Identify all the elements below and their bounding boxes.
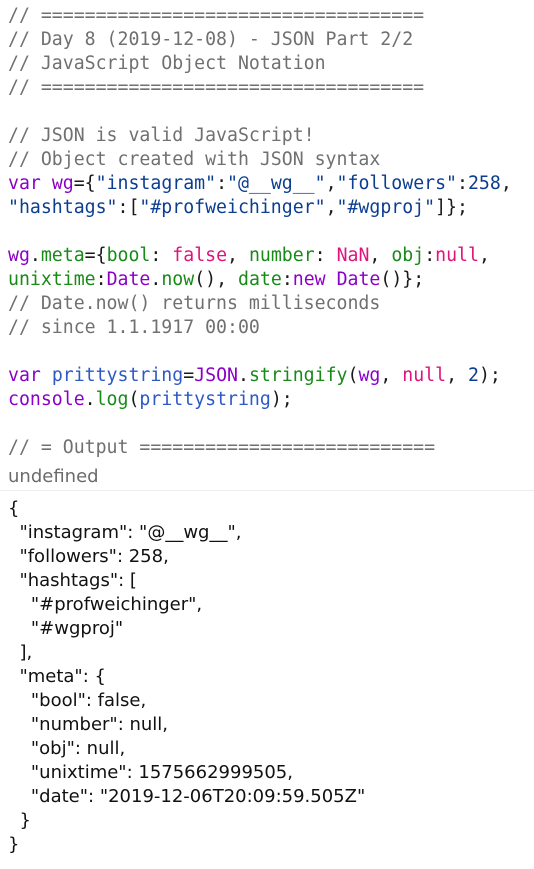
code-line[interactable]: // ===================================	[8, 4, 534, 28]
output-line: "hashtags": [	[8, 570, 137, 591]
code-line-blank[interactable]	[8, 340, 534, 364]
code-line[interactable]: // Object created with JSON syntax	[8, 148, 534, 172]
output-line: "unixtime": 1575662999505,	[8, 762, 293, 783]
output-line: }	[8, 834, 20, 855]
code-line-blank[interactable]	[8, 100, 534, 124]
code-line[interactable]: wg.meta={bool: false, number: NaN, obj:n…	[8, 244, 534, 268]
code-line-blank[interactable]	[8, 412, 534, 436]
output-line: "instagram": "@__wg__",	[8, 522, 242, 543]
code-line[interactable]: // Day 8 (2019-12-08) - JSON Part 2/2	[8, 28, 534, 52]
output-line: ],	[8, 642, 33, 663]
code-editor[interactable]: // =================================== /…	[0, 0, 534, 460]
code-line[interactable]: var wg={"instagram":"@__wg__","followers…	[8, 172, 534, 196]
code-line[interactable]: unixtime:Date.now(), date:new Date()};	[8, 268, 534, 292]
output-line: "number": null,	[8, 714, 169, 735]
code-line[interactable]: "hashtags":["#profweichinger","#wgproj"]…	[8, 196, 534, 220]
output-line: "#wgproj"	[8, 618, 124, 639]
code-line[interactable]: var prittystring=JSON.stringify(wg, null…	[8, 364, 534, 388]
output-line: "#profweichinger",	[8, 594, 203, 615]
code-line[interactable]: // JavaScript Object Notation	[8, 52, 534, 76]
output-line: {	[8, 498, 20, 519]
code-line[interactable]: // since 1.1.1917 00:00	[8, 316, 534, 340]
code-line[interactable]: // ===================================	[8, 76, 534, 100]
output-line: "bool": false,	[8, 690, 147, 711]
console-output: { "instagram": "@__wg__", "followers": 2…	[0, 491, 534, 857]
code-line-blank[interactable]	[8, 220, 534, 244]
code-line[interactable]: // Date.now() returns milliseconds	[8, 292, 534, 316]
output-line: }	[8, 810, 31, 831]
code-line[interactable]: // JSON is valid JavaScript!	[8, 124, 534, 148]
output-line: "date": "2019-12-06T20:09:59.505Z"	[8, 786, 366, 807]
code-line[interactable]: console.log(prittystring);	[8, 388, 534, 412]
code-line[interactable]: // = Output ===========================	[8, 436, 534, 460]
output-line: "obj": null,	[8, 738, 126, 759]
output-label: undefined	[0, 464, 534, 491]
output-line: "meta": {	[8, 666, 106, 687]
output-line: "followers": 258,	[8, 546, 169, 567]
